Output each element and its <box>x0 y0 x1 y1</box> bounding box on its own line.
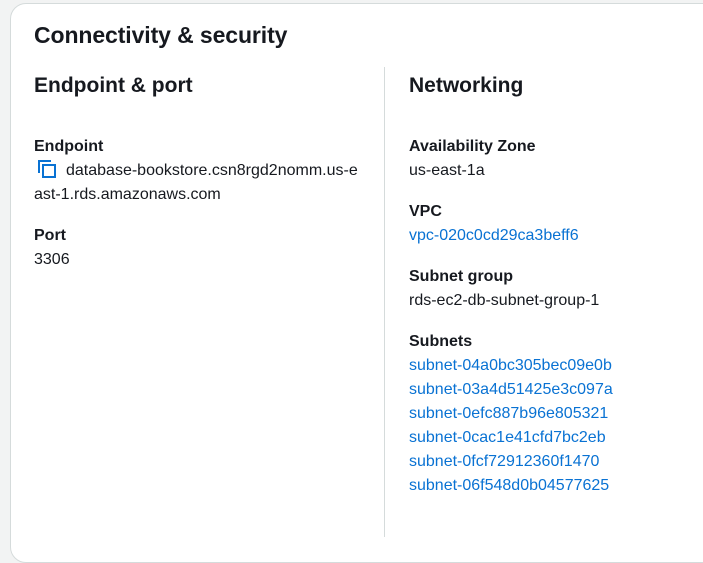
copy-icon[interactable] <box>37 160 57 178</box>
vpc-field: VPC vpc-020c0cd29ca3beff6 <box>409 200 703 248</box>
column-divider <box>384 67 385 537</box>
port-value: 3306 <box>34 251 70 268</box>
endpoint-port-title: Endpoint & port <box>34 74 193 97</box>
availability-zone-field: Availability Zone us-east-1a <box>409 135 703 183</box>
subnet-link[interactable]: subnet-0fcf72912360f1470 <box>409 450 703 474</box>
subnets-field: Subnets subnet-04a0bc305bec09e0b subnet-… <box>409 330 703 498</box>
connectivity-security-panel: Connectivity & security Endpoint & port … <box>10 3 703 563</box>
availability-zone-label: Availability Zone <box>409 138 536 155</box>
endpoint-port-column: Endpoint & port Endpoint database-bookst… <box>34 70 369 289</box>
subnet-link[interactable]: subnet-06f548d0b04577625 <box>409 474 703 498</box>
subnet-link[interactable]: subnet-0efc887b96e805321 <box>409 402 703 426</box>
vpc-label: VPC <box>409 203 442 220</box>
availability-zone-value: us-east-1a <box>409 162 485 179</box>
subnet-list: subnet-04a0bc305bec09e0b subnet-03a4d514… <box>409 354 703 498</box>
endpoint-field: Endpoint database-bookstore.csn8rgd2nomm… <box>34 135 369 207</box>
subnet-link[interactable]: subnet-0cac1e41cfd7bc2eb <box>409 426 703 450</box>
subnet-link[interactable]: subnet-04a0bc305bec09e0b <box>409 354 703 378</box>
networking-column: Networking Availability Zone us-east-1a … <box>409 70 703 515</box>
subnet-link[interactable]: subnet-03a4d51425e3c097a <box>409 378 703 402</box>
networking-title: Networking <box>409 74 524 97</box>
subnet-group-value: rds-ec2-db-subnet-group-1 <box>409 292 600 309</box>
endpoint-value: database-bookstore.csn8rgd2nomm.us-east-… <box>34 162 358 203</box>
panel-title: Connectivity & security <box>34 22 288 48</box>
subnet-group-label: Subnet group <box>409 268 513 285</box>
port-label: Port <box>34 227 66 244</box>
subnets-label: Subnets <box>409 333 473 350</box>
subnet-group-field: Subnet group rds-ec2-db-subnet-group-1 <box>409 265 703 313</box>
endpoint-label: Endpoint <box>34 138 104 155</box>
vpc-link[interactable]: vpc-020c0cd29ca3beff6 <box>409 224 703 248</box>
port-field: Port 3306 <box>34 224 369 272</box>
endpoint-value-wrap: database-bookstore.csn8rgd2nomm.us-east-… <box>34 159 364 207</box>
